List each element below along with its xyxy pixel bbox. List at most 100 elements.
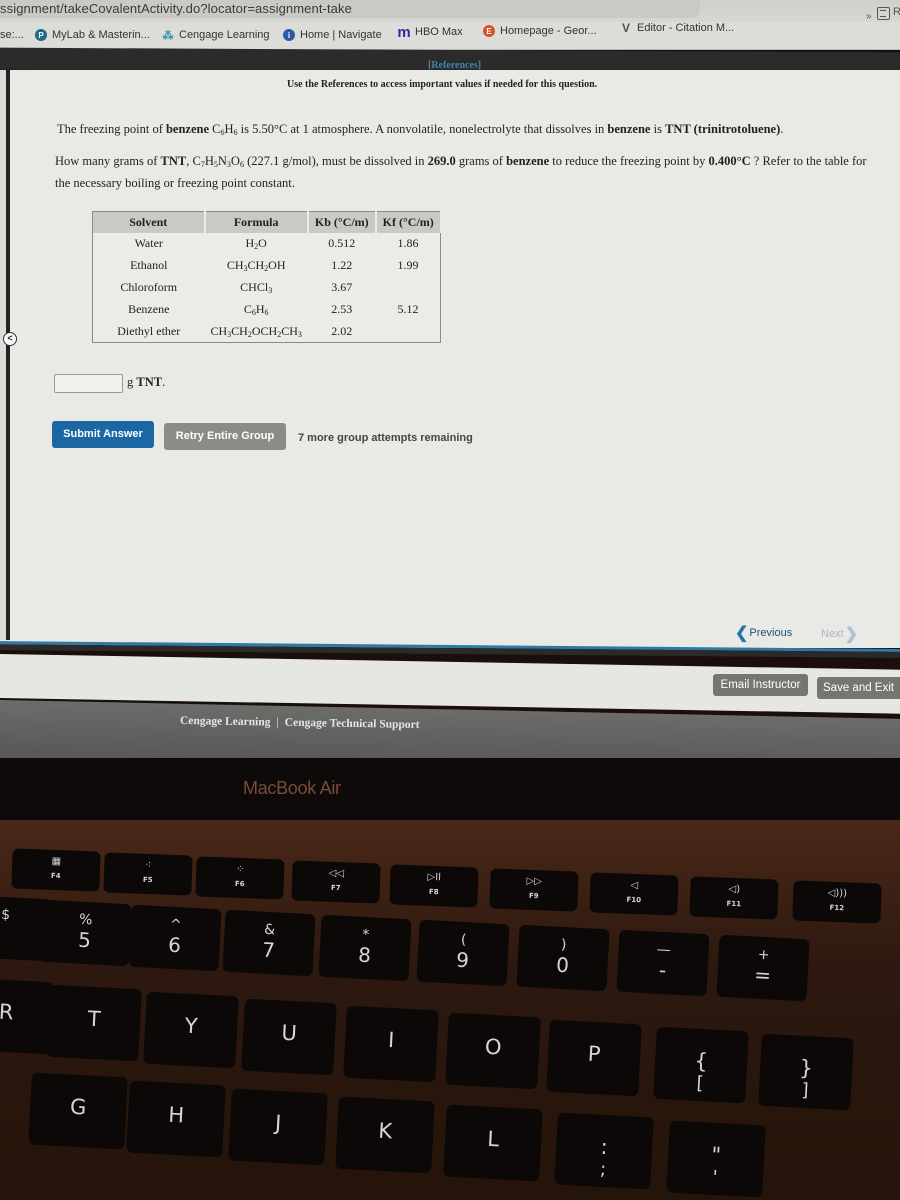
key-home-0[interactable]: G (28, 1072, 128, 1150)
key-7[interactable]: & 7 (222, 909, 316, 977)
key-5[interactable]: % 5 (38, 899, 132, 967)
key-legend: F10 (626, 895, 642, 905)
key-i[interactable]: I (343, 1005, 439, 1083)
cell-solvent: Benzene (128, 302, 170, 316)
georgia-icon: E (483, 25, 495, 37)
footer-separator: | (276, 716, 279, 729)
bookmark-label: MyLab & Masterin... (52, 29, 150, 41)
cell-kb: 2.53 (331, 302, 353, 316)
fkey-volume-down[interactable]: ◁) F11 (689, 876, 779, 920)
table-row: Chloroform CHCl3 3.67 (93, 277, 441, 299)
macbook-label: MacBook Air (243, 778, 341, 798)
cell-solvent: Diethyl ether (117, 323, 181, 338)
key-p[interactable]: P (546, 1019, 642, 1097)
cell-formula: C6H6 (243, 302, 269, 317)
key-home-4[interactable]: L (443, 1104, 543, 1182)
key-legend: T (87, 1006, 102, 1032)
bookmark-label: Homepage - Geor... (500, 25, 597, 37)
bookmark-citation[interactable]: V Editor - Citation M... (620, 21, 734, 35)
key-legend: ◁◁ (328, 867, 345, 880)
key-{[interactable]: {[ (653, 1026, 749, 1104)
answer-input[interactable] (54, 374, 123, 393)
table-row: Water H2O 0.512 1.86 (93, 233, 441, 255)
cell-kb: 2.02 (331, 323, 353, 338)
key-}[interactable]: }] (758, 1033, 854, 1111)
key-r[interactable]: R (0, 977, 54, 1055)
cell-kb: 1.22 (331, 258, 353, 272)
address-bar[interactable]: ssignment/takeCovalentActivity.do?locato… (0, 0, 900, 22)
table-header-row: Solvent Formula Kb (°C/m) Kf (°C/m) (92, 211, 442, 233)
table-row: Benzene C6H6 2.53 5.12 (93, 299, 441, 321)
fkey-play-pause[interactable]: ▷II F8 (389, 864, 479, 908)
retry-group-button[interactable]: Retry Entire Group (164, 423, 286, 450)
footer-support-link[interactable]: Cengage Technical Support (285, 717, 420, 731)
bookmark-georgia[interactable]: E Homepage - Geor... (483, 25, 597, 37)
references-note: Use the References to access important v… (287, 79, 598, 90)
bookmarks-overflow-chevron[interactable]: » (866, 11, 872, 22)
bookmark-overflow-left[interactable]: se:... (0, 29, 24, 41)
cell-kf (376, 321, 441, 343)
cell-kf (376, 277, 441, 299)
fkey-mute[interactable]: ◁ F10 (589, 872, 679, 916)
key-6[interactable]: ^ 6 (128, 904, 222, 972)
key-8[interactable]: * 8 (318, 914, 412, 982)
answer-unit: g TNT. (127, 375, 166, 389)
left-rail (0, 70, 10, 640)
key-=[interactable]: + = (716, 934, 810, 1002)
key-legend: H (167, 1102, 185, 1128)
fkey-keyboard-bright[interactable]: ⁘ F6 (195, 856, 285, 900)
bookmark-hbo-max[interactable]: m HBO Max (397, 24, 462, 41)
cell-kf: 1.99 (397, 258, 419, 272)
url-text[interactable]: ssignment/takeCovalentActivity.do?locato… (0, 1, 352, 16)
key-home-2[interactable]: J (228, 1088, 328, 1166)
fkey-volume-up[interactable]: ◁))) F12 (792, 880, 882, 924)
cell-formula: H2O (245, 236, 267, 251)
key-0[interactable]: ) 0 (516, 924, 610, 992)
key-home-1[interactable]: H (126, 1080, 226, 1158)
cell-solvent: Ethanol (130, 258, 168, 272)
key-legend: [ (695, 1072, 705, 1095)
key-legend: ◁ (630, 879, 639, 892)
footer-cengage-link[interactable]: Cengage Learning (180, 715, 271, 729)
bookmark-cengage[interactable]: ⁂ Cengage Learning (162, 29, 270, 42)
cell-solvent: Chloroform (120, 280, 178, 294)
previous-label: Previous (749, 627, 793, 639)
key-legend: F8 (428, 887, 439, 897)
collapse-panel-icon[interactable]: < (3, 332, 17, 346)
key-9[interactable]: (9 (416, 919, 510, 987)
navigate-icon: i (283, 29, 295, 41)
fkey-keyboard-dim[interactable]: ⁖ F5 (103, 852, 193, 896)
next-label: Next (821, 628, 844, 640)
bookmark-navigate[interactable]: i Home | Navigate (283, 29, 382, 41)
submit-answer-button[interactable]: Submit Answer (52, 421, 154, 448)
bookmark-mylab[interactable]: P MyLab & Masterin... (35, 29, 150, 41)
fkey-fast-forward[interactable]: ▷▷ F9 (489, 868, 579, 912)
header-formula: Formula (204, 211, 309, 233)
cell-kb: 3.67 (331, 280, 353, 294)
fkey-rewind[interactable]: ◁◁ F7 (291, 860, 381, 904)
chevron-right-icon: ❯ (844, 626, 859, 643)
key-legend: G (69, 1094, 87, 1120)
header-kb: Kb (°C/m) (307, 211, 377, 233)
key-o[interactable]: O (445, 1012, 541, 1090)
key-legend: P (587, 1041, 602, 1067)
cell-solvent: Water (134, 236, 163, 250)
key-legend: F7 (330, 883, 341, 893)
previous-button[interactable]: ❮ Previous (734, 623, 792, 643)
key-y[interactable]: Y (143, 991, 239, 1069)
save-and-exit-button[interactable]: Save and Exit (817, 677, 900, 699)
key-t[interactable]: T (46, 984, 142, 1062)
next-button[interactable]: Next ❯ (821, 624, 859, 644)
key-home-5[interactable]: :; (554, 1112, 654, 1190)
key-home-6[interactable]: " ' (666, 1120, 766, 1198)
key-legend: ] (800, 1079, 810, 1102)
fkey-launchpad[interactable]: ▦ F4 (11, 848, 101, 892)
email-instructor-button[interactable]: Email Instructor (713, 674, 808, 696)
reading-list-icon[interactable] (877, 7, 890, 20)
chevron-left-icon: ❮ (735, 625, 749, 642)
key-legend: ▦ (51, 855, 62, 868)
key-home-3[interactable]: K (335, 1096, 435, 1174)
key-u[interactable]: U (241, 998, 337, 1076)
key--[interactable]: — - (616, 929, 710, 997)
key-legend: F11 (726, 899, 742, 909)
